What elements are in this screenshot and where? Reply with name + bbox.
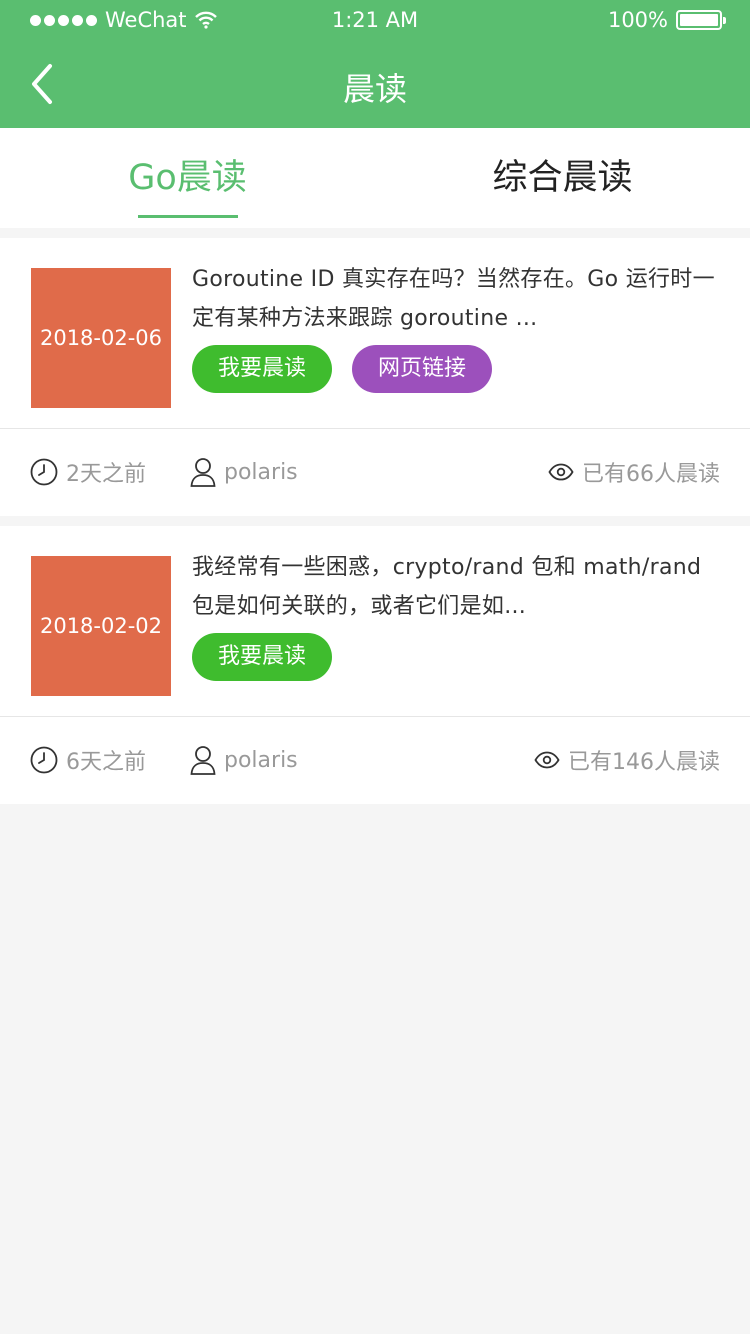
- tab-go-reading[interactable]: Go晨读: [0, 128, 375, 228]
- status-bar: WeChat 1:21 AM 100%: [0, 0, 750, 40]
- user-icon: [190, 458, 216, 487]
- article-card[interactable]: 2018-02-06 Goroutine ID 真实存在吗？当然存在。Go 运行…: [0, 238, 750, 516]
- top-bar: WeChat 1:21 AM 100% 晨读: [0, 0, 750, 128]
- article-meta: 2天之前 polaris 已有66人晨读: [0, 428, 750, 516]
- eye-icon: [548, 463, 574, 481]
- time-ago-label: 6天之前: [66, 750, 146, 775]
- battery-percent: 100%: [607, 8, 668, 32]
- eye-icon: [534, 751, 560, 769]
- article-card[interactable]: 2018-02-02 我经常有一些困惑，crypto/rand 包和 math/…: [0, 526, 750, 804]
- reader-count-label: 已有146人晨读: [568, 750, 720, 775]
- time-ago: 6天之前: [30, 716, 146, 804]
- tab-general-reading[interactable]: 综合晨读: [375, 128, 750, 228]
- reader-count: 已有66人晨读: [548, 428, 720, 516]
- reader-count-label: 已有66人晨读: [582, 462, 720, 487]
- tab-bar: Go晨读 综合晨读: [0, 128, 750, 228]
- article-summary[interactable]: Goroutine ID 真实存在吗？当然存在。Go 运行时一定有某种方法来跟踪…: [192, 260, 727, 338]
- page-title: 晨读: [342, 70, 407, 108]
- read-button[interactable]: 我要晨读: [192, 345, 332, 393]
- clock-icon: [30, 458, 58, 486]
- user-icon: [190, 746, 216, 775]
- battery-icon: [676, 10, 726, 30]
- read-button[interactable]: 我要晨读: [192, 633, 332, 681]
- active-tab-indicator: [138, 215, 238, 218]
- author: polaris: [190, 428, 298, 516]
- article-thumbnail: 2018-02-02: [31, 556, 171, 696]
- author-name[interactable]: polaris: [224, 748, 298, 773]
- article-meta: 6天之前 polaris 已有146人晨读: [0, 716, 750, 804]
- reader-count: 已有146人晨读: [534, 716, 720, 804]
- author-name[interactable]: polaris: [224, 460, 298, 485]
- author: polaris: [190, 716, 298, 804]
- web-link-button[interactable]: 网页链接: [352, 345, 492, 393]
- time-ago: 2天之前: [30, 428, 146, 516]
- article-thumbnail: 2018-02-06: [31, 268, 171, 408]
- article-summary[interactable]: 我经常有一些困惑，crypto/rand 包和 math/rand 包是如何关联…: [192, 548, 727, 626]
- status-right: 100%: [607, 8, 726, 32]
- time-ago-label: 2天之前: [66, 462, 146, 487]
- clock-icon: [30, 746, 58, 774]
